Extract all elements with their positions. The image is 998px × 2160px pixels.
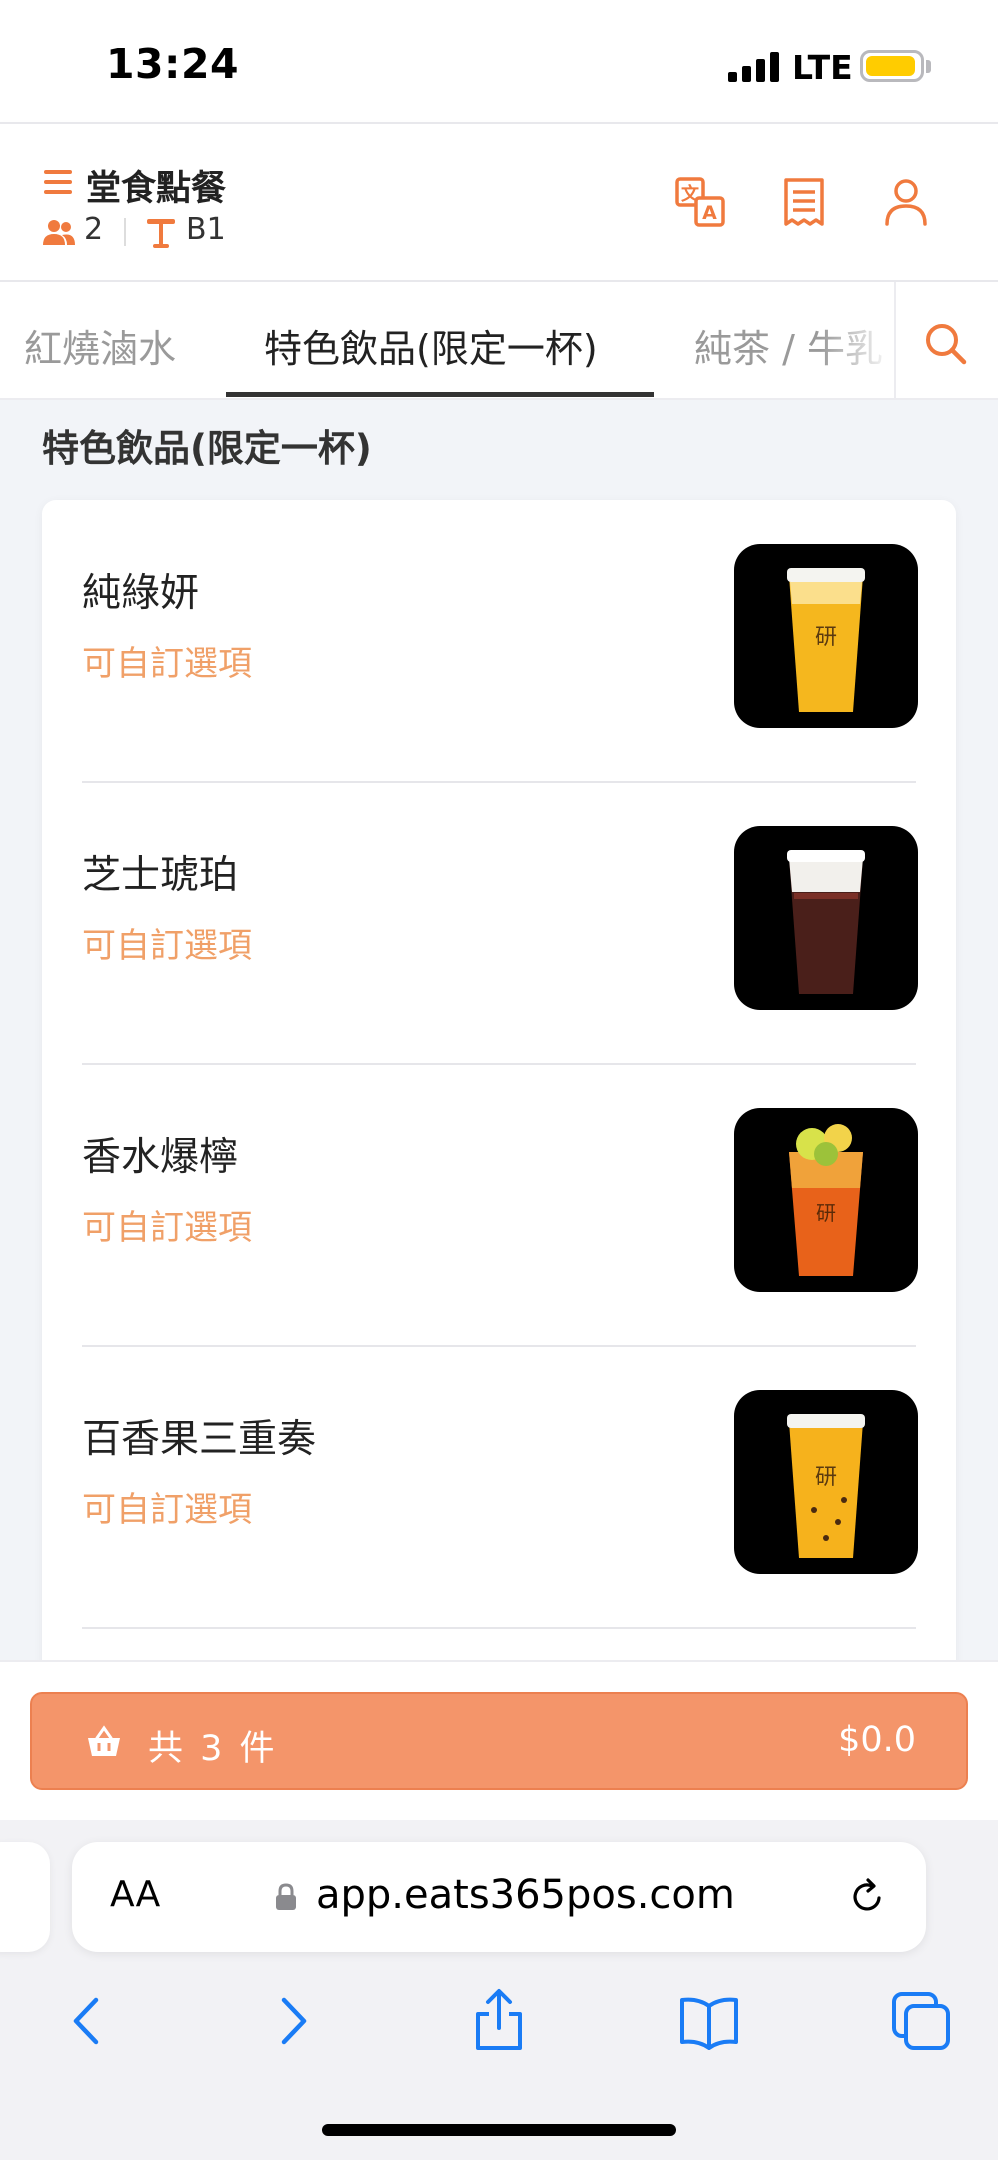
menu-item[interactable]: 香水爆檸 可自訂選項 研 xyxy=(42,1064,956,1347)
guests-icon xyxy=(43,220,75,245)
item-image: 研 xyxy=(734,1390,918,1574)
svg-text:研: 研 xyxy=(816,1201,836,1225)
table-icon xyxy=(147,219,175,248)
url-text: app.eats365pos.com xyxy=(316,1872,735,1918)
drink-cup-image: 研 xyxy=(787,568,865,712)
cart-count: 共 3 件 xyxy=(148,1729,278,1769)
drink-cup-image: 研 xyxy=(789,1124,863,1276)
item-divider xyxy=(82,1627,916,1629)
item-option: 可自訂選項 xyxy=(82,644,252,684)
cart-total: $0.0 xyxy=(838,1720,916,1760)
svg-text:研: 研 xyxy=(815,1465,837,1490)
lock-icon xyxy=(276,1883,296,1910)
meta-divider xyxy=(124,218,126,246)
tab-category-2[interactable]: 特色飲品(限定一杯) xyxy=(264,318,598,373)
menu-list: 純綠妍 可自訂選項 研 芝士琥珀 可自訂選項 香水爆檸 可自訂選項 研 百香果三… xyxy=(42,500,956,1700)
address-bar[interactable]: AA app.eats365pos.com xyxy=(72,1842,926,1952)
network-label: LTE xyxy=(792,48,853,87)
share-icon[interactable] xyxy=(464,1986,534,2056)
item-name: 香水爆檸 xyxy=(82,1135,239,1180)
cart-bar: 共 3 件 $0.0 xyxy=(0,1660,998,1820)
battery-icon xyxy=(860,50,924,82)
item-name: 芝士琥珀 xyxy=(82,853,239,898)
basket-icon xyxy=(88,1725,120,1756)
previous-tab-card[interactable] xyxy=(0,1842,50,1952)
item-option: 可自訂選項 xyxy=(82,926,252,966)
tab-fade xyxy=(820,282,894,398)
item-option: 可自訂選項 xyxy=(82,1208,252,1248)
item-image: 研 xyxy=(734,1108,918,1292)
translate-icon[interactable]: 文 A xyxy=(672,174,728,230)
reload-icon[interactable] xyxy=(846,1876,888,1918)
active-tab-indicator xyxy=(226,392,654,397)
item-image xyxy=(734,826,918,1010)
item-option: 可自訂選項 xyxy=(82,1490,252,1530)
item-name: 百香果三重奏 xyxy=(82,1417,317,1462)
back-icon[interactable] xyxy=(54,1986,124,2056)
svg-text:A: A xyxy=(702,202,717,224)
page-title: 堂食點餐 xyxy=(86,169,227,209)
search-button[interactable] xyxy=(894,282,998,398)
tab-category-1[interactable]: 紅燒滷水 xyxy=(24,318,176,373)
svg-text:研: 研 xyxy=(815,625,837,650)
drink-cup-image: 研 xyxy=(787,1414,865,1558)
forward-icon[interactable] xyxy=(256,1986,326,2056)
menu-item[interactable]: 芝士琥珀 可自訂選項 xyxy=(42,782,956,1065)
menu-item[interactable]: 百香果三重奏 可自訂選項 研 xyxy=(42,1346,956,1629)
item-image: 研 xyxy=(734,544,918,728)
category-tabs: 紅燒滷水 特色飲品(限定一杯) 純茶 / 牛乳 xyxy=(0,282,998,400)
battery-cap xyxy=(926,60,931,73)
aa-label: AA xyxy=(110,1874,161,1915)
status-time: 13:24 xyxy=(106,40,240,88)
browser-toolbar: AA app.eats365pos.com xyxy=(0,1820,998,2160)
signal-icon xyxy=(728,52,780,82)
status-bar: 13:24 LTE xyxy=(0,0,998,122)
app-header: 堂食點餐 2 B1 文 A xyxy=(0,122,998,282)
table-label: B1 xyxy=(186,212,226,247)
view-cart-button[interactable]: 共 3 件 $0.0 xyxy=(30,1692,968,1790)
section-title: 特色飲品(限定一杯) xyxy=(42,427,372,470)
item-name: 純綠妍 xyxy=(82,571,200,616)
tabs-icon[interactable] xyxy=(886,1986,956,2056)
bookmarks-icon[interactable] xyxy=(674,1986,744,2056)
menu-icon[interactable] xyxy=(44,170,72,194)
search-icon[interactable] xyxy=(922,320,968,366)
receipt-icon[interactable] xyxy=(776,174,832,230)
reader-settings-button[interactable]: AA xyxy=(110,1874,160,1915)
drink-cup-image xyxy=(787,850,865,994)
user-icon[interactable] xyxy=(878,174,934,230)
guest-count: 2 xyxy=(84,212,104,247)
menu-item[interactable]: 純綠妍 可自訂選項 研 xyxy=(42,500,956,783)
home-indicator xyxy=(322,2124,676,2136)
